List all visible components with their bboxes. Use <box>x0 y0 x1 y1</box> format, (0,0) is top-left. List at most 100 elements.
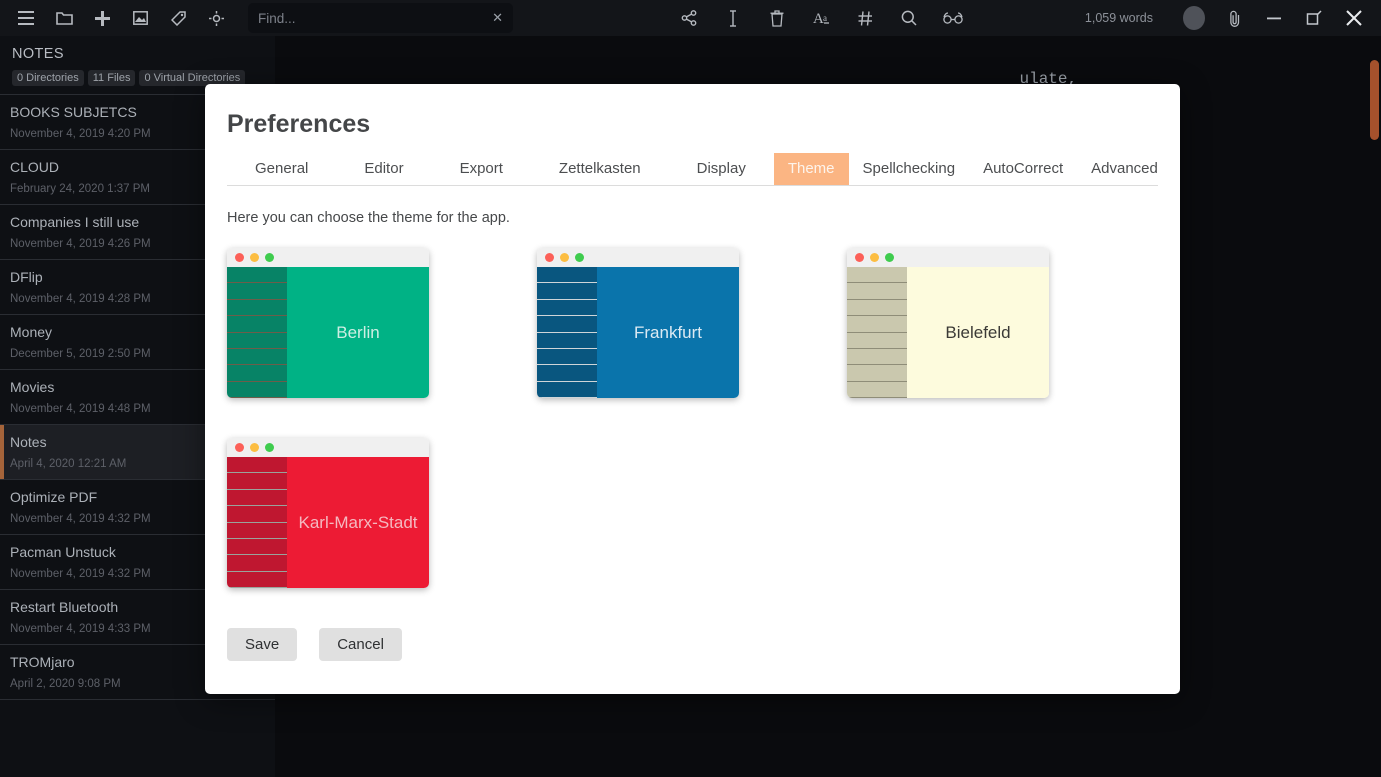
preview-titlebar <box>537 248 739 267</box>
tag-icon[interactable] <box>162 3 194 33</box>
share-icon[interactable] <box>673 3 705 33</box>
close-button[interactable] <box>1337 3 1371 33</box>
preview-sidebar-row <box>847 349 907 366</box>
preview-sidebar-row <box>227 333 287 349</box>
dialog-actions: Save Cancel <box>227 628 1158 661</box>
new-file-icon[interactable] <box>86 3 118 33</box>
font-icon[interactable]: Aa <box>805 3 837 33</box>
maximize-dot-icon <box>885 253 894 262</box>
theme-card-berlin[interactable]: Berlin <box>227 248 429 398</box>
reading-glasses-icon[interactable] <box>937 3 969 33</box>
search-input[interactable] <box>258 10 487 26</box>
preview-sidebar-row <box>537 382 597 398</box>
preview-sidebar-row <box>227 473 287 490</box>
theme-card-slot: Berlin <box>227 248 449 398</box>
preview-sidebar-row <box>537 333 597 349</box>
hamburger-menu-icon[interactable] <box>10 3 42 33</box>
preview-sidebar-row <box>227 283 287 300</box>
theme-card-grid: Berlin Frankfurt Bielefeld Karl-Marx-Stadt <box>227 248 1158 588</box>
preview-sidebar-row <box>227 267 287 284</box>
preview-sidebar-row <box>847 316 907 333</box>
minimize-dot-icon <box>560 253 569 262</box>
cancel-button[interactable]: Cancel <box>319 628 402 661</box>
preview-titlebar <box>227 438 429 457</box>
image-icon[interactable] <box>124 3 156 33</box>
close-dot-icon <box>545 253 554 262</box>
toolbar-center-group: Aa <box>673 3 969 33</box>
hash-icon[interactable] <box>849 3 881 33</box>
preview-sidebar-row <box>227 457 287 474</box>
preview-sidebar-row <box>227 506 287 523</box>
toolbar-left-group: ✕ <box>0 3 513 33</box>
preferences-tabs: General Editor Export Zettelkasten Display Th… <box>227 153 1158 186</box>
preview-sidebar <box>227 267 287 398</box>
preview-sidebar-row <box>537 349 597 366</box>
theme-name: Karl-Marx-Stadt <box>298 512 418 532</box>
tab-display[interactable]: Display <box>669 153 774 185</box>
page-title: Preferences <box>227 110 371 138</box>
avatar[interactable] <box>1183 6 1205 30</box>
tab-spellchecking[interactable]: Spellchecking <box>849 153 970 185</box>
preview-sidebar-row <box>227 523 287 539</box>
preview-body: Frankfurt <box>537 267 739 398</box>
preview-sidebar-row <box>227 365 287 382</box>
tab-advanced[interactable]: Advanced <box>1077 153 1172 185</box>
tab-theme[interactable]: Theme <box>773 153 849 185</box>
preview-body: Berlin <box>227 267 429 398</box>
text-cursor-icon[interactable] <box>717 3 749 33</box>
close-dot-icon <box>235 443 244 452</box>
preview-sidebar-row <box>537 316 597 333</box>
trash-icon[interactable] <box>761 3 793 33</box>
preview-sidebar-row <box>227 539 287 556</box>
preview-sidebar-row <box>227 490 287 507</box>
preview-sidebar-row <box>537 283 597 300</box>
open-folder-icon[interactable] <box>48 3 80 33</box>
tab-zettelkasten[interactable]: Zettelkasten <box>531 153 669 185</box>
preview-main: Bielefeld <box>907 267 1049 398</box>
theme-card-karl-marx-stadt[interactable]: Karl-Marx-Stadt <box>227 438 429 588</box>
toolbar-right-group: 1,059 words <box>1069 3 1381 33</box>
theme-card-bielefeld[interactable]: Bielefeld <box>847 248 1049 398</box>
save-button[interactable]: Save <box>227 628 298 661</box>
svg-text:a: a <box>823 13 827 23</box>
preview-sidebar-row <box>227 300 287 317</box>
preview-titlebar <box>227 248 429 267</box>
preferences-dialog: Preferences General Editor Export Zettelkas… <box>205 84 1180 694</box>
preview-sidebar <box>847 267 907 398</box>
preview-sidebar-row <box>847 267 907 284</box>
tab-general[interactable]: General <box>227 153 336 185</box>
preview-main: Berlin <box>287 267 429 398</box>
minimize-dot-icon <box>250 443 259 452</box>
close-dot-icon <box>235 253 244 262</box>
theme-card-frankfurt[interactable]: Frankfurt <box>537 248 739 398</box>
close-icon[interactable]: ✕ <box>486 10 503 26</box>
theme-card-slot: Bielefeld <box>847 248 1069 398</box>
dialog-description: Here you can choose the theme for the ap… <box>227 210 510 226</box>
search-icon[interactable] <box>893 3 925 33</box>
preview-body: Karl-Marx-Stadt <box>227 457 429 588</box>
preview-sidebar-row <box>227 572 287 588</box>
tab-autocorrect[interactable]: AutoCorrect <box>969 153 1077 185</box>
tab-export[interactable]: Export <box>432 153 531 185</box>
preview-sidebar <box>227 457 287 588</box>
badge-files: 11 Files <box>87 70 136 86</box>
theme-card-slot: Frankfurt <box>537 248 759 398</box>
preview-sidebar-row <box>227 382 287 398</box>
preview-sidebar-row <box>537 365 597 382</box>
gear-icon[interactable] <box>200 3 232 33</box>
maximize-dot-icon <box>265 443 274 452</box>
preview-sidebar-row <box>847 365 907 382</box>
minimize-dot-icon <box>870 253 879 262</box>
attachment-icon[interactable] <box>1219 3 1251 33</box>
preview-main: Frankfurt <box>597 267 739 398</box>
maximize-dot-icon <box>265 253 274 262</box>
minimize-button[interactable] <box>1257 3 1291 33</box>
find-bar[interactable]: ✕ <box>248 3 513 33</box>
tab-editor[interactable]: Editor <box>336 153 431 185</box>
preview-sidebar-row <box>537 300 597 317</box>
vertical-scrollbar[interactable] <box>1370 60 1379 140</box>
preview-sidebar-row <box>227 349 287 366</box>
maximize-button[interactable] <box>1297 3 1331 33</box>
theme-card-slot: Karl-Marx-Stadt <box>227 438 449 588</box>
preview-titlebar <box>847 248 1049 267</box>
